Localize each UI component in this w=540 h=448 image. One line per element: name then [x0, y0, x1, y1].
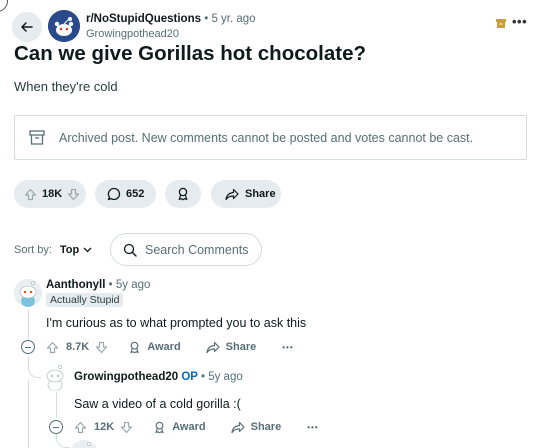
downvote-icon[interactable] [95, 341, 108, 354]
post-age: 5 yr. ago [211, 13, 256, 25]
search-icon [123, 243, 137, 257]
post-title: Can we give Gorillas hot chocolate? [14, 42, 366, 65]
user-flair: Actually Stupid [46, 293, 124, 307]
archive-icon [29, 130, 45, 145]
comment-award-button[interactable]: Award [128, 341, 181, 354]
post-author[interactable]: Growingpothead20 [86, 28, 179, 40]
comment-share-button[interactable]: Share [231, 421, 282, 434]
upvote-icon[interactable] [46, 341, 59, 354]
snoo-avatar-icon [41, 363, 69, 391]
award-button[interactable] [165, 180, 201, 208]
arrow-left-icon [21, 22, 33, 32]
avatar[interactable] [41, 363, 69, 391]
collapse-thread-button[interactable] [49, 420, 63, 434]
vote-count: 18K [42, 188, 63, 200]
post-header: r/NoStupidQuestions • 5 yr. ago Growingp… [12, 9, 532, 42]
archive-badge-icon [496, 19, 506, 28]
comment-share-button[interactable]: Share [206, 341, 257, 354]
share-icon [225, 188, 239, 200]
comments-button[interactable]: 652 [95, 180, 156, 208]
op-badge: OP [181, 371, 198, 383]
snoo-avatar-icon [14, 279, 42, 307]
comment-body: I'm curious as to what prompted you to a… [46, 316, 307, 330]
chevron-down-icon[interactable] [83, 247, 92, 253]
thread-line [28, 310, 29, 340]
window-corner-decoration [0, 0, 8, 12]
collapse-thread-button[interactable] [21, 340, 35, 354]
award-icon [178, 187, 188, 201]
subreddit-name[interactable]: r/NoStupidQuestions [86, 13, 201, 25]
sort-label: Sort by: [14, 244, 52, 256]
archived-notice: Archived post. New comments cannot be po… [14, 115, 527, 160]
comment-author[interactable]: Growingpothead20 [74, 371, 178, 383]
meta-separator: • [204, 13, 209, 25]
comment-actions: 12K Award Share ••• [74, 418, 319, 436]
search-comments-input[interactable]: Search Comments [110, 233, 262, 266]
snoo-avatar-icon [70, 440, 98, 448]
comment-vote-count: 12K [94, 421, 115, 433]
downvote-icon[interactable] [120, 421, 133, 434]
share-label: Share [250, 421, 282, 433]
sort-dropdown[interactable]: Top [60, 244, 79, 256]
vote-pill: 18K [14, 180, 86, 208]
avatar[interactable] [14, 279, 42, 307]
share-icon [206, 341, 220, 353]
share-icon [231, 421, 245, 433]
award-icon [130, 341, 139, 353]
comment-age: 5y ago [208, 371, 243, 383]
thread-line [56, 392, 57, 418]
sort-control: Sort by: Top [14, 244, 92, 256]
comment-body: Saw a video of a cold gorilla :( [74, 397, 241, 411]
post-body: When they're cold [14, 79, 118, 94]
share-button[interactable]: Share [211, 180, 281, 208]
meta-separator: • [200, 371, 206, 383]
upvote-icon[interactable] [24, 188, 37, 201]
comment-award-button[interactable]: Award [153, 421, 206, 434]
share-label: Share [225, 341, 257, 353]
upvote-icon[interactable] [74, 421, 87, 434]
comment-actions: 8.7K Award Share ••• [46, 338, 294, 356]
share-label: Share [245, 188, 276, 200]
award-label: Award [172, 421, 206, 433]
award-icon [155, 421, 164, 433]
comment-author[interactable]: Aanthonyll [46, 279, 105, 291]
post-meta: r/NoStupidQuestions • 5 yr. ago [86, 13, 256, 25]
archived-notice-text: Archived post. New comments cannot be po… [59, 130, 474, 145]
comment-more-button[interactable]: ••• [282, 343, 293, 352]
meta-separator: • [108, 279, 113, 291]
post-more-button[interactable]: ••• [512, 14, 527, 29]
comment-age: 5y ago [115, 279, 151, 291]
comment-author-line: Aanthonyll • 5y ago [46, 279, 150, 291]
comment-more-button[interactable]: ••• [307, 423, 318, 432]
search-placeholder: Search Comments [145, 242, 249, 257]
thread-connector [28, 356, 42, 378]
subreddit-avatar[interactable] [48, 10, 80, 42]
thread-line [28, 380, 29, 448]
avatar[interactable] [70, 440, 98, 448]
comment-icon [107, 187, 121, 201]
thread-connector [56, 434, 70, 448]
comment-vote-count: 8.7K [66, 341, 90, 353]
comment-vote: 8.7K [46, 341, 108, 354]
back-button[interactable] [12, 12, 42, 42]
comment-count: 652 [126, 188, 145, 200]
award-label: Award [147, 341, 181, 353]
snoo-icon [48, 10, 80, 42]
comment-author-line: Growingpothead20 OP • 5y ago [74, 371, 243, 383]
comment-vote: 12K [74, 421, 133, 434]
downvote-icon[interactable] [67, 188, 80, 201]
